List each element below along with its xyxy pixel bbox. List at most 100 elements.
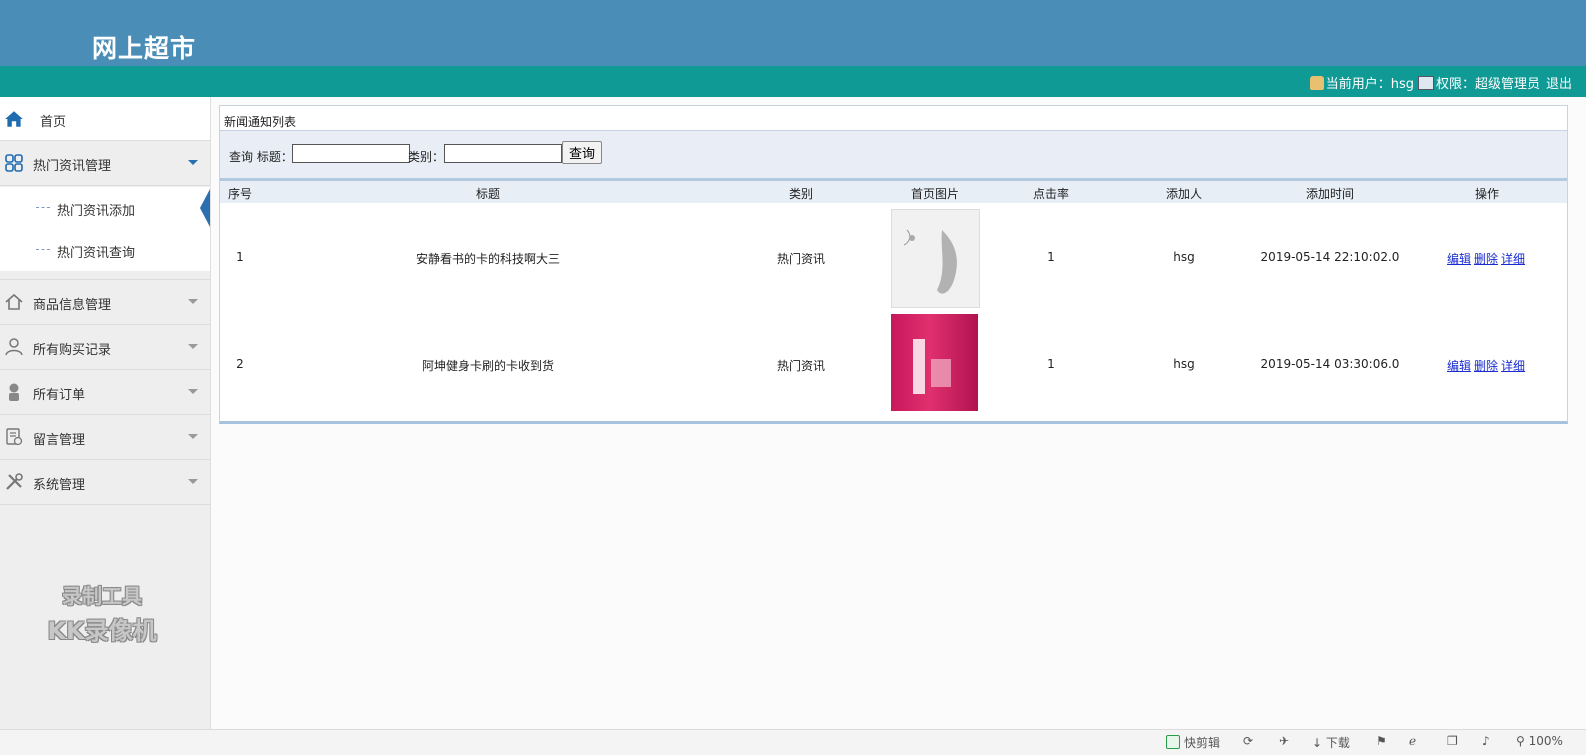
cell-category: 热门资讯: [776, 252, 826, 266]
title-search-input[interactable]: [292, 144, 410, 163]
cell-actions: 编辑 删除 详细: [1447, 250, 1528, 267]
chevron-down-icon: [188, 434, 198, 439]
house-icon: [5, 293, 23, 310]
col-actions: 操作: [1474, 187, 1500, 201]
sidebar-group-news[interactable]: 热门资讯管理: [0, 141, 210, 185]
app-title: 网上超市: [92, 34, 197, 63]
category-search-input[interactable]: [444, 144, 562, 163]
cell-clicks: 1: [1047, 357, 1055, 371]
browser-icon[interactable]: ℯ: [1409, 734, 1416, 748]
col-title: 标题: [475, 187, 501, 201]
query-button[interactable]: 查询: [562, 141, 602, 164]
app-header: 网上超市: [0, 0, 1586, 66]
sidebar-item-label: 首页: [40, 115, 67, 130]
user-outline-icon: [5, 338, 23, 356]
detail-link[interactable]: 详细: [1501, 252, 1525, 266]
person-icon: [9, 383, 19, 401]
download-label: 下载: [1325, 736, 1350, 750]
col-category: 类别: [788, 187, 814, 201]
sidebar-group-messages[interactable]: 留言管理: [0, 415, 210, 459]
promo-image: [913, 339, 951, 394]
table-row: 1 安静看书的卡的科技啊大三 热门资讯 1 hsg 2019-05-14 22:…: [220, 205, 1567, 311]
tree-dash: [36, 249, 50, 250]
window-icon[interactable]: ❐: [1447, 734, 1458, 748]
sidebar-group-products[interactable]: 商品信息管理: [0, 280, 210, 324]
sidebar-subitem-label: 热门资讯添加: [57, 204, 136, 219]
col-adder: 添加人: [1165, 187, 1203, 201]
divider: [0, 504, 210, 505]
play-icon: [1166, 735, 1180, 749]
news-list-panel: 新闻通知列表 查询 标题： 类别： 查询 序号 标题 类别 首页图片 点击率 添…: [219, 105, 1568, 424]
chevron-down-icon: [188, 389, 198, 394]
cell-title: 安静看书的卡的科技啊大三: [415, 252, 561, 266]
zoom-level: 100%: [1528, 734, 1563, 748]
col-clicks: 点击率: [1032, 187, 1070, 201]
sidebar-subitem-news-query[interactable]: 热门资讯查询: [0, 229, 210, 271]
rocket-icon[interactable]: ✈: [1279, 734, 1289, 748]
table-header: 序号 标题 类别 首页图片 点击率 添加人 添加时间 操作: [220, 181, 1567, 203]
category-label: 类别：: [408, 150, 445, 164]
sidebar-item-home[interactable]: 首页: [0, 97, 210, 140]
panel-title: 新闻通知列表: [224, 115, 297, 129]
flag-icon[interactable]: ⚑: [1376, 734, 1387, 748]
sidebar-item-label: 所有订单: [33, 388, 86, 403]
delete-link[interactable]: 删除: [1474, 252, 1498, 266]
chevron-down-icon: [188, 479, 198, 484]
divider: [0, 185, 210, 186]
speaker-icon[interactable]: ♪: [1482, 734, 1490, 748]
sidebar-subitem-news-add[interactable]: 热门资讯添加: [0, 187, 210, 229]
cell-adder: hsg: [1173, 357, 1195, 371]
news-thumbnail: [891, 209, 980, 308]
cell-title: 阿坤健身卡刷的卡收到货: [421, 359, 555, 373]
sidebar-group-purchases[interactable]: 所有购买记录: [0, 325, 210, 369]
sidebar-group-system[interactable]: 系统管理: [0, 460, 210, 504]
sidebar-item-label: 热门资讯管理: [33, 159, 112, 174]
download-arrow-icon: ↓: [1312, 736, 1323, 750]
role-label: 权限：超级管理员: [1435, 77, 1540, 92]
edit-link[interactable]: 编辑: [1447, 252, 1471, 266]
cell-clicks: 1: [1047, 250, 1055, 264]
query-bar: 查询 标题： 类别： 查询: [220, 130, 1567, 181]
logout-link[interactable]: 退出: [1546, 73, 1572, 92]
watermark-line2: KK录像机: [47, 617, 157, 645]
recorder-watermark: 录制工具 KK录像机: [32, 580, 172, 646]
sidebar-group-orders[interactable]: 所有订单: [0, 370, 210, 414]
browser-status-bar: 快剪辑 ⟳ ✈ ↓ 下载 ⚑ ℯ ❐ ♪ ⚲ 100%: [0, 729, 1586, 755]
user-bar: 当前用户：hsg 权限：超级管理员 退出: [0, 66, 1586, 97]
news-thumbnail: [891, 314, 978, 411]
chevron-down-icon: [188, 344, 198, 349]
home-icon: [5, 111, 23, 127]
watermark-line1: 录制工具: [62, 584, 142, 608]
detail-link[interactable]: 详细: [1501, 359, 1525, 373]
tree-dash: [36, 207, 50, 208]
role-icon: [1417, 75, 1434, 90]
sidebar-item-label: 留言管理: [33, 433, 86, 448]
col-time: 添加时间: [1305, 187, 1355, 201]
cell-no: 1: [236, 250, 244, 264]
refresh-icon[interactable]: ⟳: [1243, 734, 1253, 748]
query-title-label: 查询 标题：: [229, 150, 293, 164]
cell-time: 2019-05-14 22:10:02.0: [1260, 250, 1400, 264]
sidebar-item-label: 系统管理: [33, 478, 86, 493]
download-button[interactable]: ↓ 下载: [1312, 734, 1350, 751]
quick-edit-button[interactable]: 快剪辑: [1166, 734, 1220, 751]
col-no: 序号: [227, 187, 253, 201]
zoom-control[interactable]: ⚲ 100%: [1516, 734, 1563, 748]
sidebar-subitem-label: 热门资讯查询: [57, 246, 136, 261]
sidebar-item-label: 所有购买记录: [33, 343, 112, 358]
sketch-image: [903, 229, 957, 294]
tools-icon: [6, 473, 23, 490]
chevron-down-icon: [188, 299, 198, 304]
chevron-down-icon: [188, 160, 198, 165]
current-user-label: 当前用户：hsg: [1325, 77, 1414, 92]
delete-link[interactable]: 删除: [1474, 359, 1498, 373]
sidebar-item-label: 商品信息管理: [33, 298, 112, 313]
table-row: 2 阿坤健身卡刷的卡收到货 热门资讯 1 hsg 2019-05-14 03:3…: [220, 312, 1567, 418]
user-info: 当前用户：hsg 权限：超级管理员 退出: [1309, 73, 1572, 92]
edit-link[interactable]: 编辑: [1447, 359, 1471, 373]
cell-time: 2019-05-14 03:30:06.0: [1260, 357, 1400, 371]
zoom-icon: ⚲: [1516, 734, 1525, 748]
quick-edit-label: 快剪辑: [1184, 736, 1221, 750]
cell-no: 2: [236, 357, 244, 371]
cell-actions: 编辑 删除 详细: [1447, 357, 1528, 374]
